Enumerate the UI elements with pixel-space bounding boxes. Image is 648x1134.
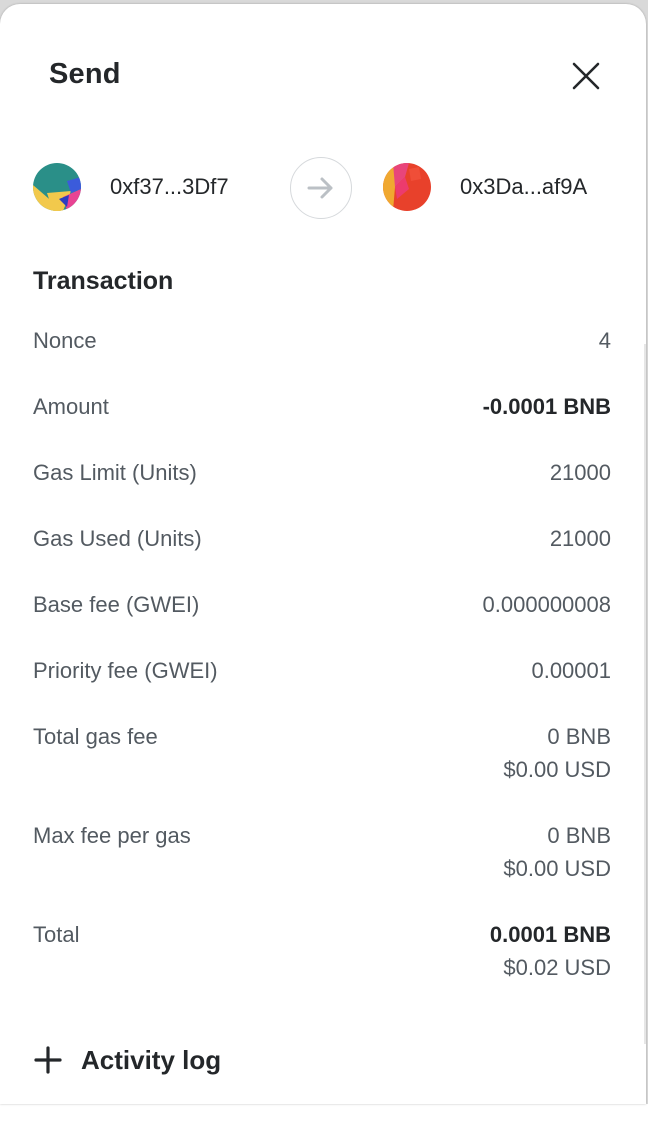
- activity-log-label: Activity log: [81, 1044, 222, 1075]
- total-fiat: $0.02 USD: [503, 955, 611, 980]
- transaction-details-list: Nonce 4 Amount -0.0001 BNB Gas Limit (Un…: [33, 324, 611, 1017]
- gas-limit-label: Gas Limit (Units): [33, 460, 197, 485]
- priority-fee-row: Priority fee (GWEI) 0.00001: [33, 654, 611, 720]
- total-values: 0.0001 BNB $0.02 USD: [490, 918, 611, 984]
- sender-address[interactable]: 0xf37...3Df7: [110, 174, 229, 200]
- amount-label: Amount: [33, 394, 109, 419]
- transfer-arrow: [290, 157, 352, 219]
- total-gas-fee-label: Total gas fee: [33, 724, 158, 749]
- transaction-section-title: Transaction: [33, 267, 174, 295]
- activity-log-toggle[interactable]: Activity log: [33, 1040, 221, 1080]
- plus-icon: [34, 1046, 62, 1074]
- modal-title: Send: [49, 58, 121, 90]
- gas-used-value: 21000: [549, 526, 611, 551]
- max-fee-per-gas-label: Max fee per gas: [33, 823, 191, 848]
- gas-limit-row: Gas Limit (Units) 21000: [33, 456, 611, 522]
- amount-value: -0.0001 BNB: [482, 394, 611, 419]
- total-crypto: 0.0001 BNB: [489, 922, 611, 947]
- priority-fee-label: Priority fee (GWEI): [33, 658, 218, 683]
- total-gas-fee-values: 0 BNB $0.00 USD: [503, 720, 611, 786]
- nonce-row: Nonce 4: [33, 324, 611, 390]
- gas-limit-value: 21000: [549, 460, 611, 485]
- amount-row: Amount -0.0001 BNB: [33, 390, 611, 456]
- total-gas-fee-row: Total gas fee 0 BNB $0.00 USD: [33, 720, 611, 819]
- priority-fee-value: 0.00001: [531, 658, 611, 683]
- base-fee-label: Base fee (GWEI): [33, 592, 200, 617]
- max-fee-per-gas-fiat: $0.00 USD: [503, 856, 611, 881]
- close-button[interactable]: [566, 56, 606, 96]
- sender-avatar: [33, 163, 81, 211]
- nonce-label: Nonce: [33, 328, 97, 353]
- transaction-details-modal: Send 0xf37...3Df7 0x3Da...af9A Transacti…: [0, 4, 646, 1104]
- base-fee-value: 0.000000008: [482, 592, 611, 617]
- recipient-address[interactable]: 0x3Da...af9A: [460, 174, 587, 200]
- total-label: Total: [33, 922, 80, 947]
- arrow-right-icon: [307, 177, 333, 199]
- gas-used-label: Gas Used (Units): [33, 526, 202, 551]
- gas-used-row: Gas Used (Units) 21000: [33, 522, 611, 588]
- nonce-value: 4: [598, 328, 611, 353]
- total-gas-fee-fiat: $0.00 USD: [503, 757, 611, 782]
- max-fee-per-gas-values: 0 BNB $0.00 USD: [503, 819, 611, 885]
- total-gas-fee-crypto: 0 BNB: [547, 724, 611, 749]
- base-fee-row: Base fee (GWEI) 0.000000008: [33, 588, 611, 654]
- total-row: Total 0.0001 BNB $0.02 USD: [33, 918, 611, 1017]
- recipient-avatar: [383, 163, 431, 211]
- sender-recipient: 0xf37...3Df7 0x3Da...af9A: [0, 154, 646, 224]
- max-fee-per-gas-row: Max fee per gas 0 BNB $0.00 USD: [33, 819, 611, 918]
- scrollbar[interactable]: [644, 344, 646, 1044]
- max-fee-per-gas-crypto: 0 BNB: [547, 823, 611, 848]
- close-icon: [572, 62, 600, 90]
- background-page: [0, 1104, 648, 1134]
- modal-header: Send: [0, 4, 646, 144]
